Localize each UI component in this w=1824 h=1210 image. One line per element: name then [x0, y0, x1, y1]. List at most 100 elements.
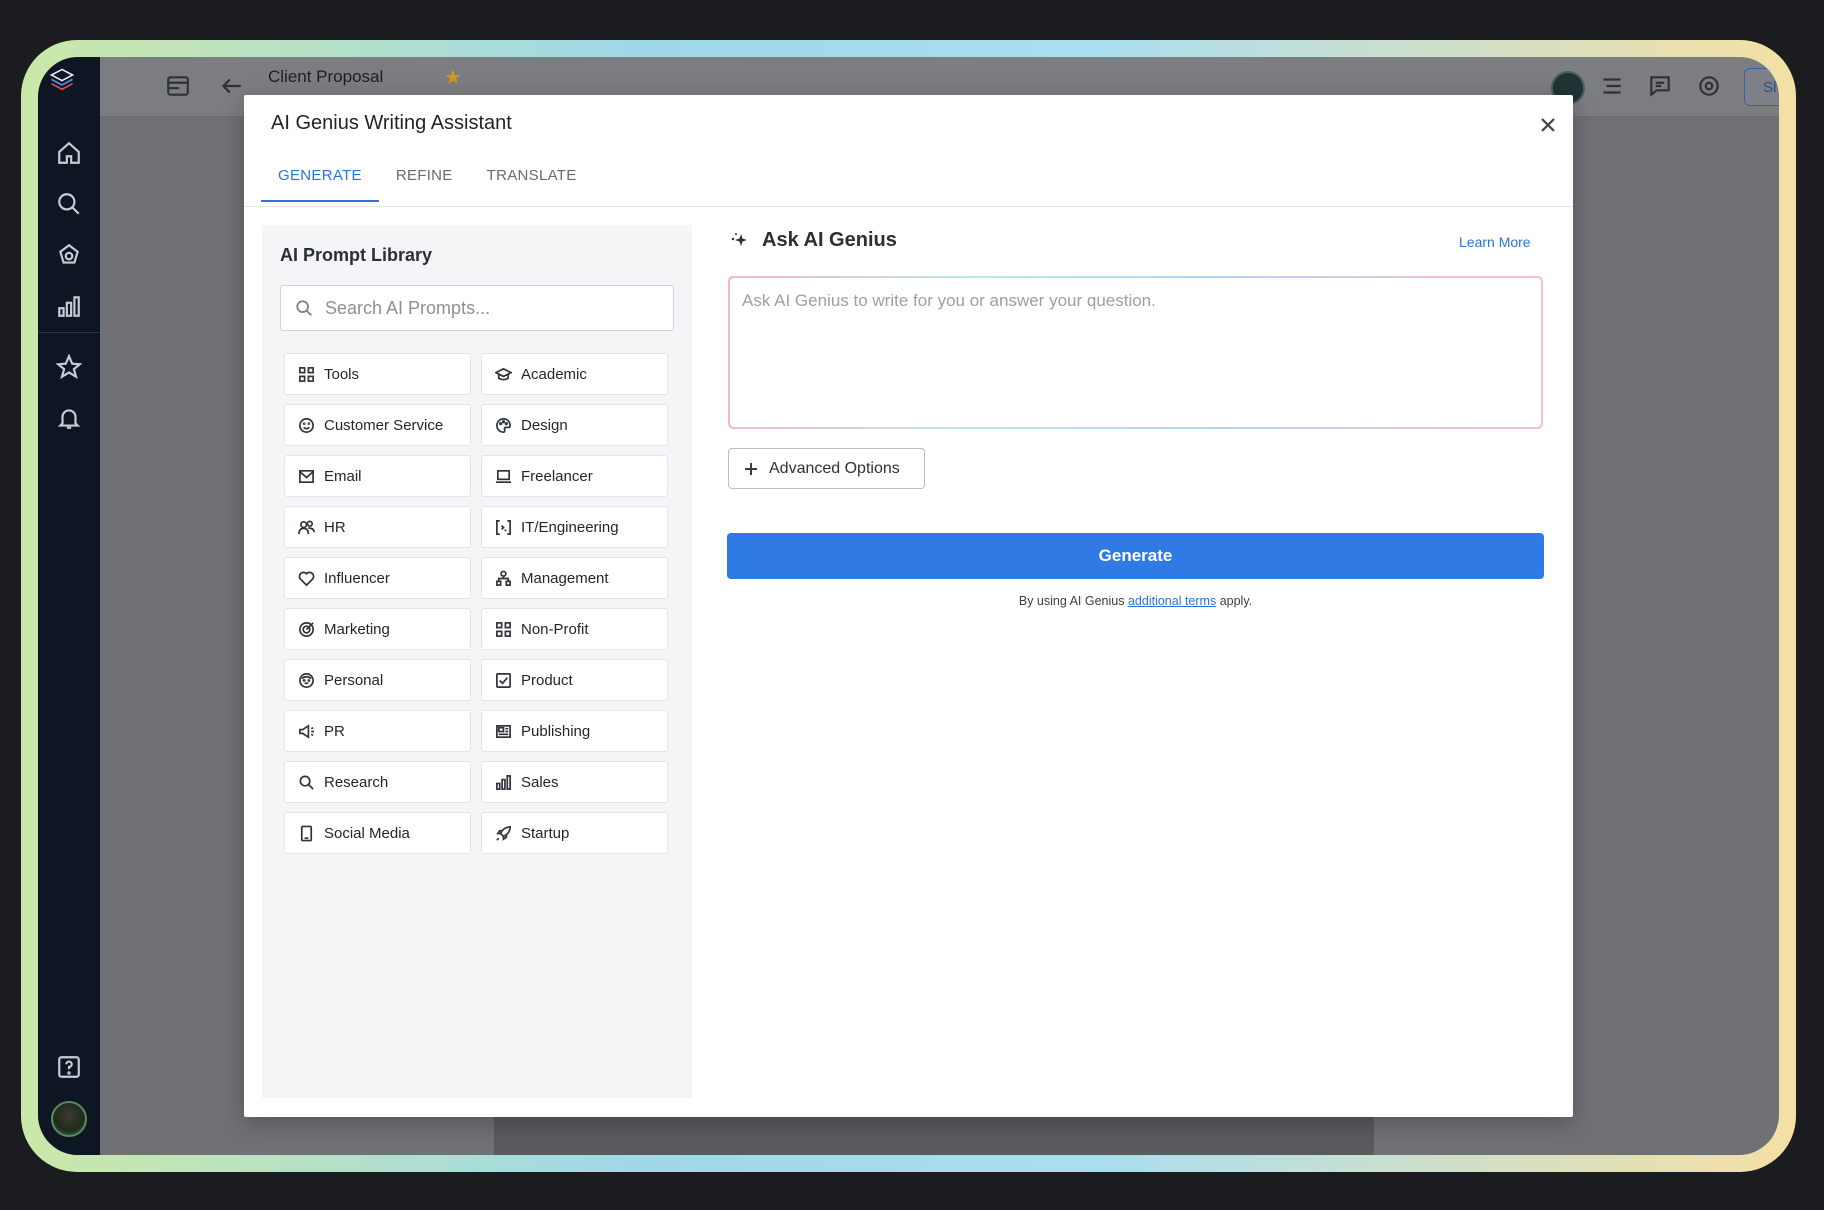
category-hr[interactable]: HR: [284, 506, 471, 548]
category-email[interactable]: Email: [284, 455, 471, 497]
analytics-icon[interactable]: [55, 292, 83, 320]
people-icon: [297, 518, 315, 536]
grid-icon: [494, 620, 512, 638]
category-influencer[interactable]: Influencer: [284, 557, 471, 599]
advanced-options-button[interactable]: Advanced Options: [728, 448, 925, 489]
category-label: PR: [324, 722, 345, 740]
category-label: Marketing: [324, 620, 390, 638]
document-canvas: [494, 1117, 1374, 1155]
category-label: Customer Service: [324, 416, 444, 434]
category-social-media[interactable]: Social Media: [284, 812, 471, 854]
back-arrow-icon[interactable]: [219, 73, 247, 101]
category-label: Social Media: [324, 824, 410, 842]
bell-icon[interactable]: [55, 404, 83, 432]
shapes-icon[interactable]: [55, 241, 83, 269]
sidebar-divider: [38, 332, 100, 333]
prompt-library-panel: AI Prompt Library Tools Academic Custome…: [262, 225, 692, 1098]
category-label: Academic: [521, 365, 587, 383]
smiley-icon: [297, 416, 315, 434]
ask-ai-title: Ask AI Genius: [762, 229, 897, 251]
tab-refine[interactable]: REFINE: [379, 155, 470, 202]
phone-icon: [297, 824, 315, 842]
category-research[interactable]: Research: [284, 761, 471, 803]
category-product[interactable]: Product: [481, 659, 668, 701]
category-label: Research: [324, 773, 389, 791]
tab-generate[interactable]: GENERATE: [261, 155, 379, 202]
newspaper-icon: [494, 722, 512, 740]
bar-chart-icon: [494, 773, 512, 791]
document-title: Client Proposal: [268, 67, 384, 86]
category-academic[interactable]: Academic: [481, 353, 668, 395]
category-label: Email: [324, 467, 362, 485]
category-label: Publishing: [521, 722, 591, 740]
category-personal[interactable]: Personal: [284, 659, 471, 701]
category-non-profit[interactable]: Non-Profit: [481, 608, 668, 650]
checkbox-icon: [494, 671, 512, 689]
category-label: Tools: [324, 365, 360, 383]
grid-icon: [297, 365, 315, 383]
layout-icon[interactable]: [165, 73, 193, 101]
category-customer-service[interactable]: Customer Service: [284, 404, 471, 446]
prompt-library-title: AI Prompt Library: [280, 245, 433, 265]
category-label: Startup: [521, 824, 570, 842]
code-bracket-icon: [494, 518, 512, 536]
category-label: Freelancer: [521, 467, 593, 485]
search-icon[interactable]: [55, 190, 83, 218]
help-icon[interactable]: [55, 1053, 83, 1081]
additional-terms-link[interactable]: additional terms: [1128, 594, 1216, 608]
envelope-icon: [297, 467, 315, 485]
comment-icon[interactable]: [1647, 73, 1675, 101]
advanced-options-label: Advanced Options: [769, 459, 900, 477]
star-icon[interactable]: [55, 353, 83, 381]
search-icon: [295, 297, 317, 319]
graduation-cap-icon: [494, 365, 512, 383]
category-label: IT/Engineering: [521, 518, 619, 536]
category-label: Sales: [521, 773, 559, 791]
app-logo-icon[interactable]: [49, 67, 91, 109]
prompt-search: [280, 285, 674, 331]
category-label: Influencer: [324, 569, 390, 587]
ai-writing-assistant-dialog: AI Genius Writing Assistant GENERATE REF…: [244, 95, 1573, 1117]
user-avatar[interactable]: [51, 1101, 87, 1137]
rocket-icon: [494, 824, 512, 842]
category-freelancer[interactable]: Freelancer: [481, 455, 668, 497]
sparkle-icon: [729, 230, 751, 252]
category-label: Personal: [324, 671, 384, 689]
category-sales[interactable]: Sales: [481, 761, 668, 803]
home-icon[interactable]: [55, 139, 83, 167]
prompt-textarea[interactable]: [730, 278, 1541, 427]
category-pr[interactable]: PR: [284, 710, 471, 752]
generate-button[interactable]: Generate: [727, 533, 1544, 579]
search-icon: [297, 773, 315, 791]
close-icon[interactable]: [1534, 111, 1562, 139]
prompt-search-input[interactable]: [325, 297, 655, 319]
terms-suffix: apply.: [1219, 594, 1253, 608]
left-sidebar: [38, 57, 100, 1155]
terms-notice: By using AI Genius additional terms appl…: [727, 594, 1544, 608]
tab-bar: GENERATE REFINE TRANSLATE: [261, 155, 594, 203]
list-icon[interactable]: [1599, 73, 1627, 101]
category-design[interactable]: Design: [481, 404, 668, 446]
favorite-star-icon[interactable]: ★: [444, 65, 462, 90]
settings-icon[interactable]: [1696, 73, 1724, 101]
tab-translate[interactable]: TRANSLATE: [470, 155, 594, 202]
category-tools[interactable]: Tools: [284, 353, 471, 395]
learn-more-link[interactable]: Learn More: [1459, 234, 1531, 250]
category-label: Non-Profit: [521, 620, 589, 638]
heart-icon: [297, 569, 315, 587]
category-label: Product: [521, 671, 573, 689]
dialog-title: AI Genius Writing Assistant: [271, 112, 512, 134]
category-it-engineering[interactable]: IT/Engineering: [481, 506, 668, 548]
share-button[interactable]: Share: [1744, 68, 1779, 106]
megaphone-icon: [297, 722, 315, 740]
prompt-textarea-frame: [728, 276, 1543, 429]
tabs-divider: [244, 206, 1573, 207]
category-label: Design: [521, 416, 568, 434]
category-marketing[interactable]: Marketing: [284, 608, 471, 650]
category-label: Management: [521, 569, 609, 587]
laptop-icon: [494, 467, 512, 485]
category-management[interactable]: Management: [481, 557, 668, 599]
org-chart-icon: [494, 569, 512, 587]
category-publishing[interactable]: Publishing: [481, 710, 668, 752]
category-startup[interactable]: Startup: [481, 812, 668, 854]
